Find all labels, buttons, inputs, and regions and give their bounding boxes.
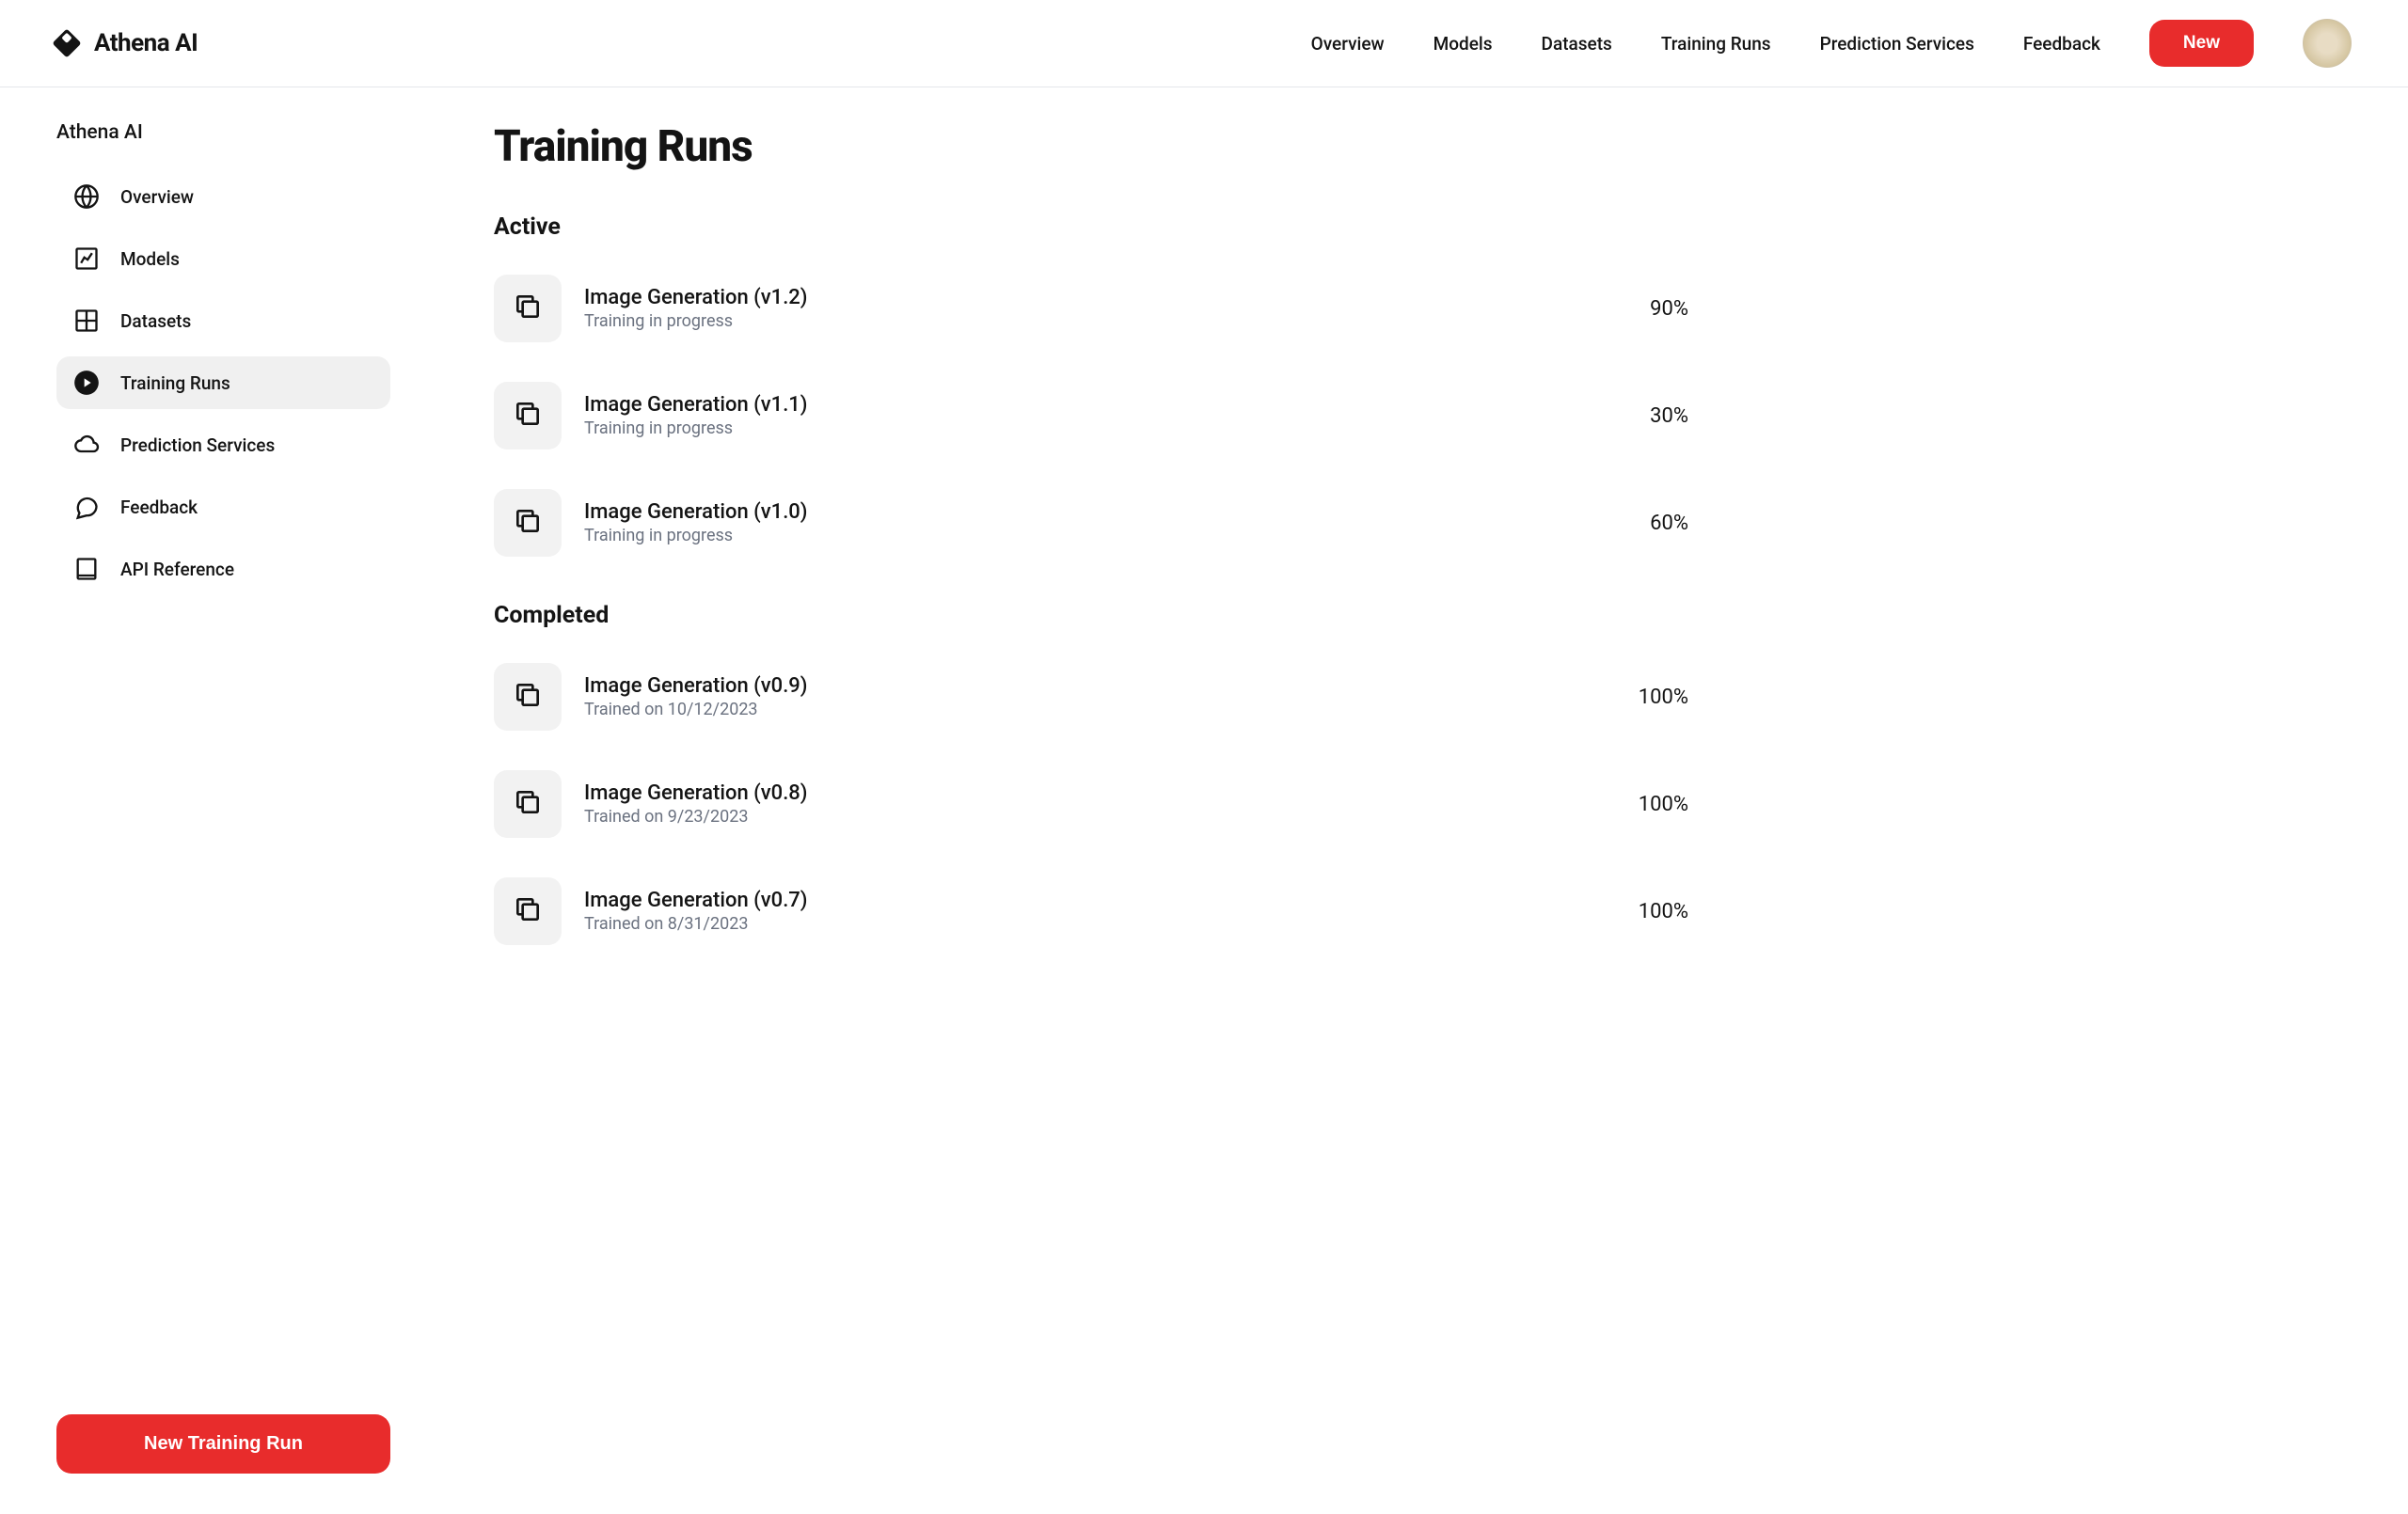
book-icon <box>73 556 100 582</box>
run-info: Image Generation (v1.2) Training in prog… <box>584 286 1627 331</box>
new-button[interactable]: New <box>2149 20 2254 67</box>
sidebar-item-label: Feedback <box>120 497 198 518</box>
top-nav: Overview Models Datasets Training Runs P… <box>1311 19 2352 68</box>
run-name: Image Generation (v0.7) <box>584 889 1616 912</box>
header: Athena AI Overview Models Datasets Train… <box>0 0 2408 87</box>
copy-icon <box>513 894 543 928</box>
sidebar-item-label: Overview <box>120 186 194 208</box>
section-title-completed: Completed <box>494 602 1688 629</box>
run-percent: 100% <box>1639 686 1688 709</box>
training-run-item[interactable]: Image Generation (v1.1) Training in prog… <box>494 371 1688 461</box>
section-title-active: Active <box>494 213 1688 241</box>
grid-icon <box>73 308 100 334</box>
run-status: Training in progress <box>584 311 1627 331</box>
run-status: Trained on 10/12/2023 <box>584 700 1616 719</box>
run-icon-box <box>494 489 562 557</box>
training-run-item[interactable]: Image Generation (v0.7) Trained on 8/31/… <box>494 866 1688 956</box>
sidebar-item-label: API Reference <box>120 559 234 580</box>
run-name: Image Generation (v0.8) <box>584 781 1616 805</box>
sidebar-item-label: Models <box>120 248 180 270</box>
content-wrapper: Athena AI Overview Models Datasets <box>0 87 2408 1507</box>
main-content: Training Runs Active Image Generation (v… <box>447 87 1745 1507</box>
run-icon-box <box>494 382 562 449</box>
run-info: Image Generation (v0.8) Trained on 9/23/… <box>584 781 1616 827</box>
sidebar: Athena AI Overview Models Datasets <box>0 87 447 1507</box>
sidebar-item-label: Datasets <box>120 310 191 332</box>
sidebar-item-overview[interactable]: Overview <box>56 170 390 223</box>
sidebar-item-models[interactable]: Models <box>56 232 390 285</box>
nav-prediction-services[interactable]: Prediction Services <box>1820 33 1974 55</box>
play-icon <box>73 370 100 396</box>
run-status: Trained on 9/23/2023 <box>584 807 1616 827</box>
sidebar-nav: Overview Models Datasets Training Runs <box>56 170 390 1414</box>
sidebar-item-datasets[interactable]: Datasets <box>56 294 390 347</box>
run-name: Image Generation (v0.9) <box>584 674 1616 698</box>
run-info: Image Generation (v0.7) Trained on 8/31/… <box>584 889 1616 934</box>
sidebar-item-prediction-services[interactable]: Prediction Services <box>56 418 390 471</box>
run-status: Training in progress <box>584 418 1627 438</box>
logo-icon <box>52 28 81 57</box>
sidebar-item-label: Prediction Services <box>120 434 275 456</box>
run-icon-box <box>494 770 562 838</box>
nav-datasets[interactable]: Datasets <box>1542 33 1612 55</box>
logo-text: Athena AI <box>94 29 198 57</box>
avatar[interactable] <box>2303 19 2352 68</box>
copy-icon <box>513 292 543 325</box>
run-percent: 90% <box>1650 297 1688 321</box>
sidebar-item-label: Training Runs <box>120 372 230 394</box>
new-training-run-button[interactable]: New Training Run <box>56 1414 390 1474</box>
run-name: Image Generation (v1.1) <box>584 393 1627 417</box>
nav-models[interactable]: Models <box>1434 33 1493 55</box>
run-status: Trained on 8/31/2023 <box>584 914 1616 934</box>
sidebar-item-feedback[interactable]: Feedback <box>56 481 390 533</box>
chart-icon <box>73 245 100 272</box>
copy-icon <box>513 506 543 540</box>
copy-icon <box>513 787 543 821</box>
run-icon-box <box>494 663 562 731</box>
training-run-item[interactable]: Image Generation (v0.8) Trained on 9/23/… <box>494 759 1688 849</box>
nav-overview[interactable]: Overview <box>1311 33 1385 55</box>
logo-area[interactable]: Athena AI <box>56 29 198 57</box>
run-name: Image Generation (v1.2) <box>584 286 1627 309</box>
run-percent: 60% <box>1650 512 1688 535</box>
nav-training-runs[interactable]: Training Runs <box>1661 33 1771 55</box>
training-run-item[interactable]: Image Generation (v0.9) Trained on 10/12… <box>494 652 1688 742</box>
training-run-item[interactable]: Image Generation (v1.0) Training in prog… <box>494 478 1688 568</box>
page-title: Training Runs <box>494 121 1688 172</box>
run-percent: 100% <box>1639 900 1688 923</box>
completed-run-list: Image Generation (v0.9) Trained on 10/12… <box>494 652 1688 956</box>
copy-icon <box>513 399 543 433</box>
run-status: Training in progress <box>584 526 1627 545</box>
run-percent: 100% <box>1639 793 1688 816</box>
run-icon-box <box>494 275 562 342</box>
run-info: Image Generation (v1.0) Training in prog… <box>584 500 1627 545</box>
run-percent: 30% <box>1650 404 1688 428</box>
copy-icon <box>513 680 543 714</box>
training-run-item[interactable]: Image Generation (v1.2) Training in prog… <box>494 263 1688 354</box>
run-info: Image Generation (v1.1) Training in prog… <box>584 393 1627 438</box>
globe-icon <box>73 183 100 210</box>
nav-feedback[interactable]: Feedback <box>2023 33 2100 55</box>
run-info: Image Generation (v0.9) Trained on 10/12… <box>584 674 1616 719</box>
sidebar-item-training-runs[interactable]: Training Runs <box>56 356 390 409</box>
sidebar-item-api-reference[interactable]: API Reference <box>56 543 390 595</box>
chat-icon <box>73 494 100 520</box>
run-name: Image Generation (v1.0) <box>584 500 1627 524</box>
cloud-icon <box>73 432 100 458</box>
sidebar-title: Athena AI <box>56 121 390 144</box>
run-icon-box <box>494 877 562 945</box>
active-run-list: Image Generation (v1.2) Training in prog… <box>494 263 1688 568</box>
